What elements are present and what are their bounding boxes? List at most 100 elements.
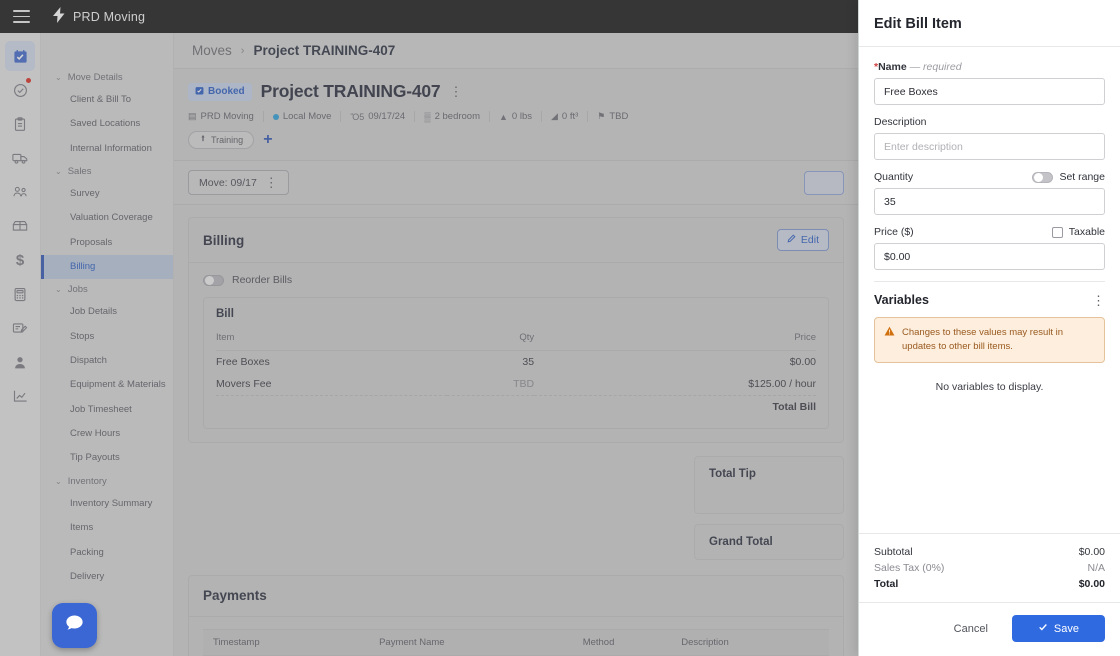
sidebar-item-job-details[interactable]: Job Details: [41, 300, 173, 324]
edit-bill-item-drawer: Edit Bill Item *Name — required Descript…: [858, 0, 1120, 656]
home-size-icon: ▒: [424, 111, 431, 122]
edit-billing-button[interactable]: Edit: [776, 229, 829, 251]
breadcrumb-parent-link[interactable]: Moves: [192, 43, 232, 58]
sidebar-item-inventory-summary[interactable]: Inventory Summary: [41, 492, 173, 516]
chat-bubble-icon: [63, 612, 86, 640]
kebab-menu-icon[interactable]: ⋮: [449, 85, 462, 98]
sidebar-item-billing[interactable]: Billing: [41, 255, 173, 280]
calculator-icon: [13, 287, 27, 302]
rail-item-analytics[interactable]: [5, 381, 35, 411]
rail-item-check-circle[interactable]: [5, 75, 35, 105]
nav-group-label: Inventory: [67, 475, 107, 487]
nav-group-jobs[interactable]: ⌄ Jobs: [41, 279, 173, 300]
save-button[interactable]: Save: [1011, 615, 1105, 642]
chevron-right-icon: ›: [240, 44, 245, 57]
billing-card: Billing Edit Reorder Bills Bill Item Qty…: [188, 217, 844, 443]
meta-text: Local Move: [282, 111, 332, 122]
taxable-checkbox[interactable]: [1051, 226, 1063, 238]
bill-total-row: Total Bill: [216, 395, 816, 418]
rail-item-clipboard[interactable]: [5, 109, 35, 139]
rail-item-calculator[interactable]: [5, 279, 35, 309]
tag-icon: [199, 135, 207, 145]
sidebar-item-client-bill-to[interactable]: Client & Bill To: [41, 88, 173, 112]
bill-title: Bill: [216, 308, 234, 320]
meta-cell-map-pin: ⚑ TBD: [588, 111, 637, 122]
reorder-bills-toggle[interactable]: [203, 274, 224, 286]
tag-chip[interactable]: Training: [188, 131, 255, 149]
plus-icon[interactable]: +: [263, 132, 272, 148]
meta-text: 0 lbs: [511, 111, 532, 122]
sidebar-item-dispatch[interactable]: Dispatch: [41, 349, 173, 373]
status-badge[interactable]: Booked: [188, 82, 252, 101]
payments-card: Payments Timestamp Payment Name Method Desc…: [188, 575, 844, 656]
drawer-totals: Subtotal $0.00 Sales Tax (0%) N/A Total $0.00: [859, 533, 1120, 602]
sidebar-item-valuation-coverage[interactable]: Valuation Coverage: [41, 206, 173, 230]
rail-item-box-open[interactable]: [5, 211, 35, 241]
payments-title: Payments: [203, 588, 267, 603]
chat-bubble-button[interactable]: [52, 603, 97, 648]
rail-item-people-group[interactable]: [5, 177, 35, 207]
sidebar-item-items[interactable]: Items: [41, 516, 173, 540]
payments-col-payment-name: Payment Name: [379, 629, 583, 656]
rail-item-user[interactable]: [5, 347, 35, 377]
description-field-group: Description: [874, 116, 1105, 160]
nav-group-label: Sales: [67, 166, 92, 178]
sidebar-item-delivery[interactable]: Delivery: [41, 565, 173, 589]
price-input[interactable]: [874, 243, 1105, 270]
table-row[interactable]: Movers Fee TBD $125.00 / hour: [216, 373, 816, 396]
kebab-menu-icon[interactable]: ⋮: [265, 176, 278, 189]
rail-item-edit-document[interactable]: [5, 313, 35, 343]
drawer-body: *Name — required Description Quantity Se…: [859, 47, 1120, 533]
quantity-input[interactable]: [874, 188, 1105, 215]
toolbar-action-button-partial[interactable]: [804, 170, 844, 195]
payments-card-header: Payments: [189, 576, 843, 617]
status-badge-label: Booked: [208, 86, 245, 97]
payments-col-timestamp: Timestamp: [203, 629, 380, 656]
rail-item-truck[interactable]: [5, 143, 35, 173]
sidebar-item-proposals[interactable]: Proposals: [41, 231, 173, 255]
brand-area[interactable]: PRD Moving: [52, 6, 145, 27]
payments-table: TimestampPayment NameMethodDescription N…: [203, 629, 829, 656]
volume-icon: ◢: [551, 111, 558, 121]
building-icon: ▤: [188, 111, 197, 121]
sidebar-item-internal-information[interactable]: Internal Information: [41, 137, 173, 161]
weight-icon: ▲: [499, 111, 508, 122]
sidebar-item-crew-hours[interactable]: Crew Hours: [41, 422, 173, 446]
nav-group-move-details[interactable]: ⌄ Move Details: [41, 67, 173, 88]
meta-cell-weight: ▲ 0 lbs: [490, 111, 542, 122]
sidebar-item-packing[interactable]: Packing: [41, 541, 173, 565]
rail-item-calendar-check[interactable]: [5, 41, 35, 71]
taxable-control[interactable]: Taxable: [1051, 226, 1105, 238]
nav-group-sales[interactable]: ⌄ Sales: [41, 161, 173, 182]
table-row[interactable]: Free Boxes 35 $0.00: [216, 351, 816, 374]
rail-item-dollar[interactable]: $: [5, 245, 35, 275]
sidebar-item-saved-locations[interactable]: Saved Locations: [41, 112, 173, 136]
set-range-toggle[interactable]: [1032, 171, 1054, 183]
sidebar-item-tip-payouts[interactable]: Tip Payouts: [41, 446, 173, 470]
sidebar-item-job-timesheet[interactable]: Job Timesheet: [41, 398, 173, 422]
dimmed-background-layer: PRD Moving $ ⌄ Move Details Client & Bil…: [0, 0, 858, 656]
chevron-down-icon: ⌄: [55, 167, 62, 177]
chevron-down-icon: ⌄: [55, 285, 62, 295]
sidebar-item-equipment-materials[interactable]: Equipment & Materials: [41, 373, 173, 397]
meta-text: PRD Moving: [200, 111, 254, 122]
quantity-field-label: Quantity: [874, 171, 914, 183]
app-root: PRD Moving $ ⌄ Move Details Client & Bil…: [0, 0, 1120, 656]
kebab-menu-icon[interactable]: ⋮: [1092, 294, 1105, 307]
nav-group-inventory[interactable]: ⌄ Inventory: [41, 471, 173, 492]
set-range-control[interactable]: Set range: [1032, 171, 1105, 183]
move-selector-pill[interactable]: Move: 09/17 ⋮: [188, 170, 289, 195]
name-label-text: Name: [878, 61, 907, 73]
name-input[interactable]: [874, 78, 1105, 105]
people-group-icon: [12, 185, 28, 199]
box-open-icon: [12, 219, 28, 233]
hamburger-icon[interactable]: [13, 10, 30, 23]
description-input[interactable]: [874, 133, 1105, 160]
icon-rail: $: [0, 33, 41, 656]
sidebar-item-stops[interactable]: Stops: [41, 325, 173, 349]
bill-col-qty: Qty: [446, 328, 535, 351]
quantity-label-row: Quantity Set range: [874, 171, 1105, 183]
sidebar-item-survey[interactable]: Survey: [41, 182, 173, 206]
edit-billing-label: Edit: [800, 234, 819, 246]
cancel-button[interactable]: Cancel: [944, 617, 998, 641]
